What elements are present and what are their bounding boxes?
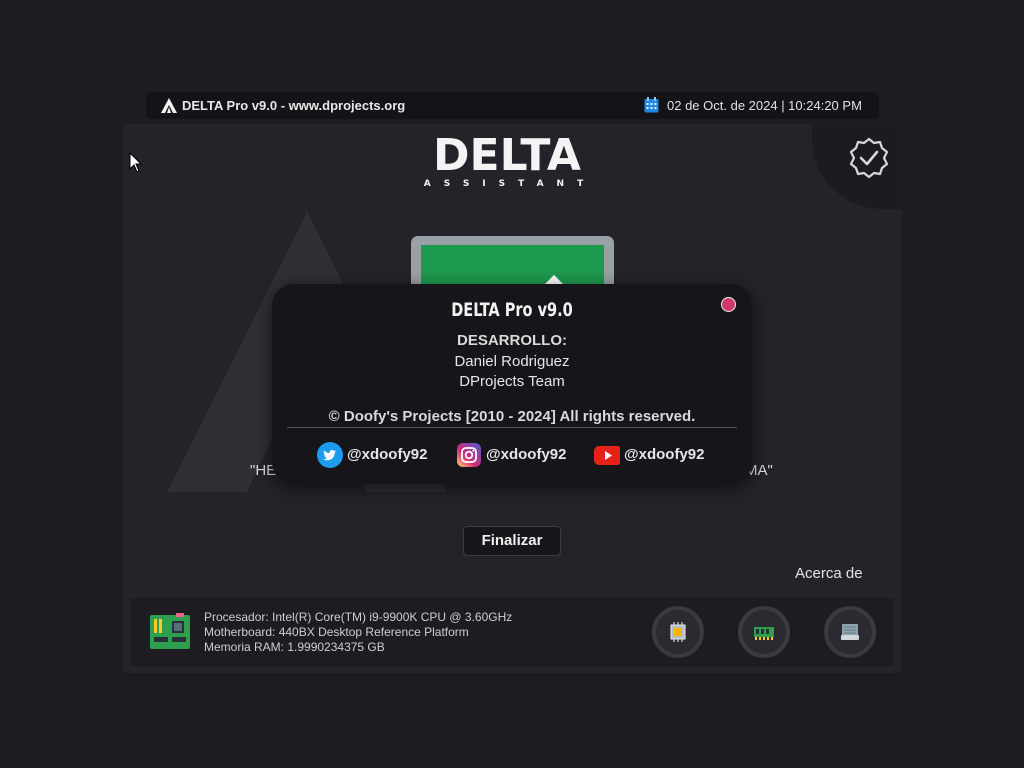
twitter-icon <box>317 442 343 468</box>
calendar-icon <box>644 97 659 113</box>
dialog-title: DELTA Pro v9.0 <box>451 299 573 321</box>
close-button[interactable] <box>721 297 736 312</box>
instagram-icon <box>457 443 481 467</box>
divider <box>287 427 737 428</box>
developer-team: DProjects Team <box>459 373 565 390</box>
motherboard-icon <box>150 613 190 649</box>
badge-check-icon[interactable] <box>847 136 891 180</box>
disk-button[interactable] <box>824 606 876 658</box>
title-bar: DELTA Pro v9.0 - www.dprojects.org 02 de… <box>146 92 879 119</box>
brand-tagline: ASSISTANT <box>424 179 596 188</box>
ram-info: Memoria RAM: 1.9990234375 GB <box>204 640 385 654</box>
finish-button[interactable]: Finalizar <box>463 526 561 556</box>
about-dialog: DELTA Pro v9.0 DESARROLLO: Daniel Rodrig… <box>272 284 752 484</box>
system-info-bar: Procesador: Intel(R) Core(TM) i9-9900K C… <box>130 598 894 666</box>
motherboard-info: Motherboard: 440BX Desktop Reference Pla… <box>204 625 469 639</box>
cpu-info: Procesador: Intel(R) Core(TM) i9-9900K C… <box>204 610 513 624</box>
system-specs: Procesador: Intel(R) Core(TM) i9-9900K C… <box>204 610 512 655</box>
copyright-text: © Doofy's Projects [2010 - 2024] All rig… <box>328 408 696 425</box>
cpu-icon <box>670 622 686 642</box>
date-time: 02 de Oct. de 2024 | 10:24:20 PM <box>667 98 862 113</box>
youtube-handle: @xdoofy92 <box>624 446 705 463</box>
youtube-icon <box>594 446 620 465</box>
delta-logo-icon <box>161 98 177 113</box>
developer-name: Daniel Rodriguez <box>454 353 570 370</box>
brand-logo: DELTA ASSISTANT <box>424 132 596 188</box>
mouse-cursor-icon <box>129 152 142 173</box>
twitter-handle: @xdoofy92 <box>347 446 428 463</box>
brand-name: DELTA <box>433 132 581 181</box>
disk-icon <box>841 624 859 640</box>
app-title: DELTA Pro v9.0 - www.dprojects.org <box>182 98 406 113</box>
cpu-button[interactable] <box>652 606 704 658</box>
dev-heading: DESARROLLO: <box>457 332 567 349</box>
instagram-handle: @xdoofy92 <box>486 446 567 463</box>
about-link[interactable]: Acerca de <box>795 565 863 582</box>
ram-button[interactable] <box>738 606 790 658</box>
ram-icon <box>754 627 774 640</box>
